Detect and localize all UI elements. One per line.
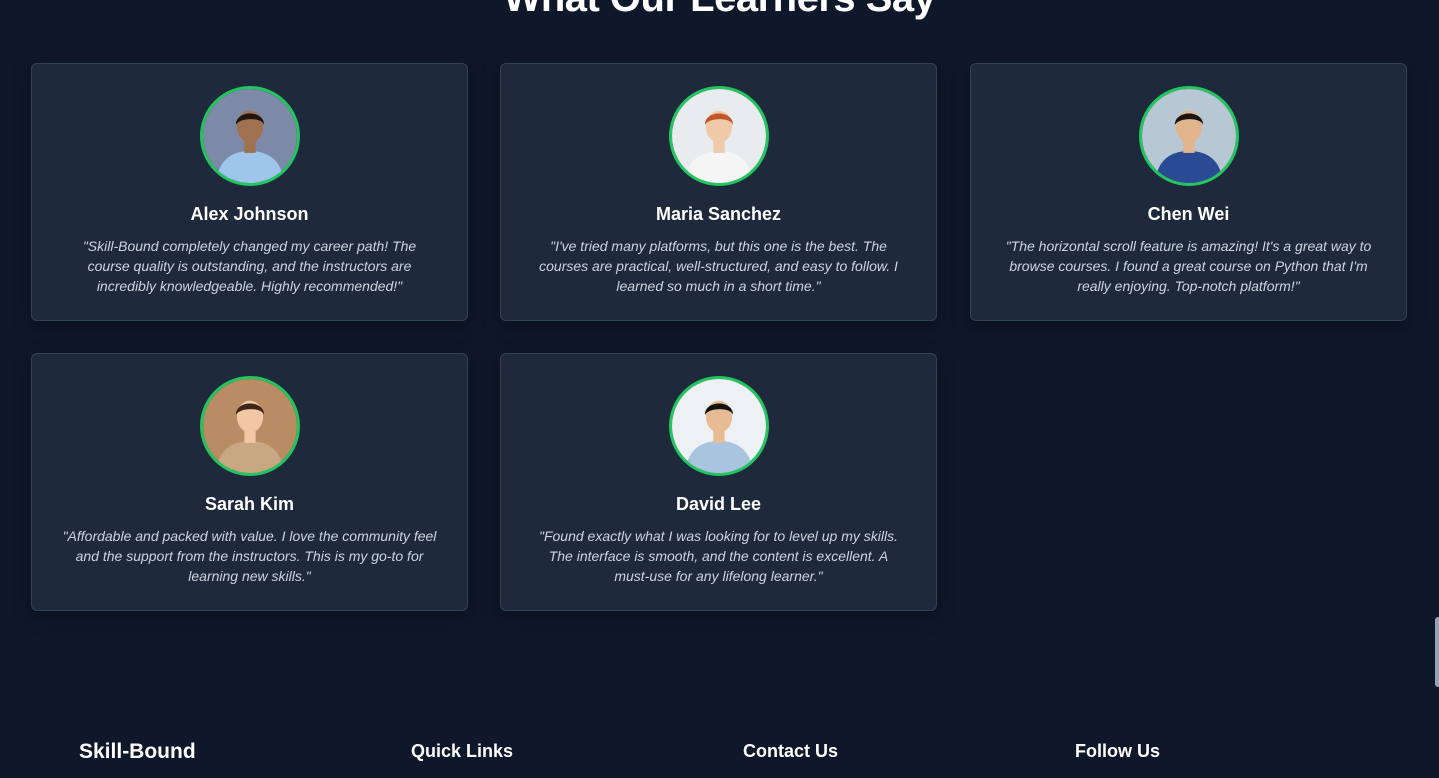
testimonial-name: Sarah Kim [204,494,295,514]
footer-quick-links-heading: Quick Links [411,741,514,761]
testimonial-name: Maria Sanchez [655,204,782,224]
avatar [199,376,300,476]
footer-follow-heading: Follow Us [1075,741,1160,761]
testimonial-card: Alex Johnson "Skill-Bound completely cha… [31,63,468,321]
avatar [199,86,300,186]
portrait-image [202,379,297,473]
footer-brand[interactable]: Skill-Bound [79,740,196,764]
testimonial-card: David Lee "Found exactly what I was look… [500,353,937,611]
avatar [668,376,769,476]
testimonial-name: Alex Johnson [190,204,309,224]
portrait-image [202,89,297,183]
page: What Our Learners Say Alex Johnson "Skil… [0,0,1439,778]
footer-contact-heading: Contact Us [743,741,839,761]
avatar [1138,86,1239,186]
testimonial-quote: "The horizontal scroll feature is amazin… [1005,238,1372,294]
testimonial-quote: "I've tried many platforms, but this one… [539,238,898,294]
testimonial-card: Maria Sanchez "I've tried many platforms… [500,63,937,321]
portrait-image [671,379,766,473]
portrait-image [671,89,766,183]
testimonial-card: Chen Wei "The horizontal scroll feature … [970,63,1407,321]
section-title: What Our Learners Say [0,0,1439,21]
testimonial-card: Sarah Kim "Affordable and packed with va… [31,353,468,611]
scrollbar-thumb[interactable] [1435,617,1439,687]
testimonial-quote: "Affordable and packed with value. I lov… [62,528,437,584]
avatar [668,86,769,186]
portrait-image [1141,89,1236,183]
testimonial-name: David Lee [675,494,762,514]
testimonial-name: Chen Wei [1147,204,1230,224]
testimonial-quote: "Skill-Bound completely changed my caree… [82,238,417,294]
testimonial-quote: "Found exactly what I was looking for to… [538,528,898,584]
